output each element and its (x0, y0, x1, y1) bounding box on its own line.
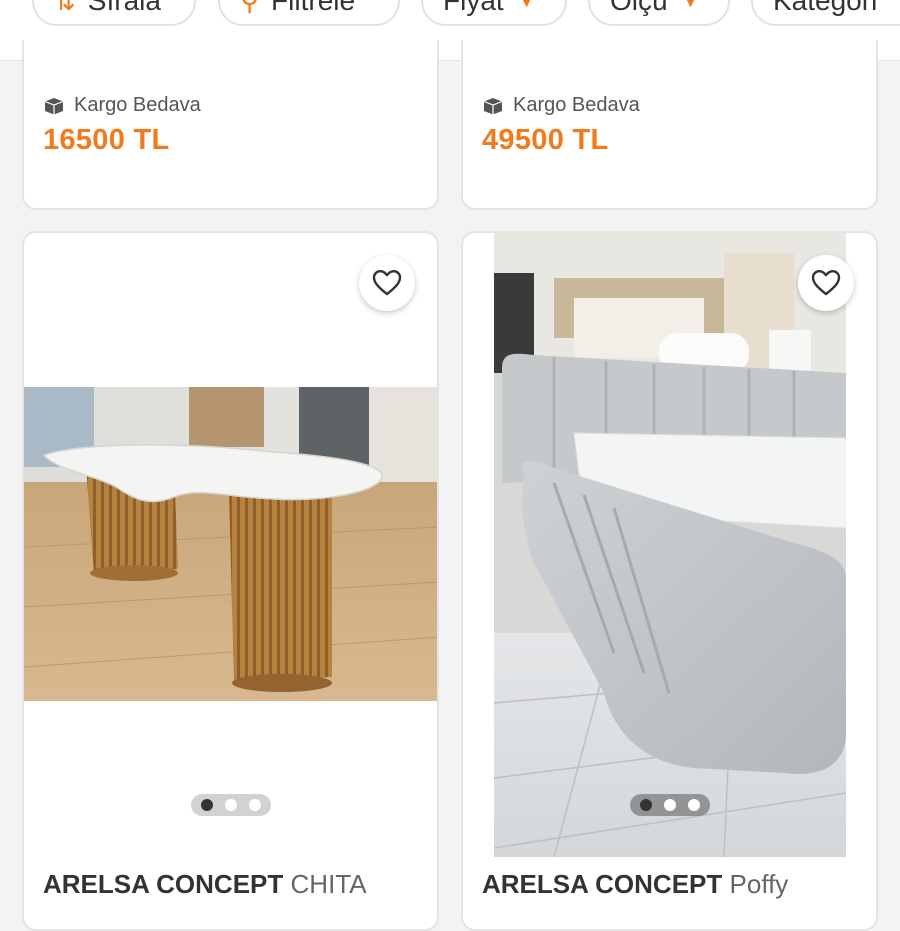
carousel-dot[interactable] (663, 799, 676, 811)
favorite-button[interactable] (798, 255, 854, 311)
brand-name: ARELSA CONCEPT (482, 869, 723, 899)
carousel-dot[interactable] (687, 799, 700, 811)
shipping-label: Kargo Bedava (513, 94, 640, 116)
category-dropdown[interactable]: Kategori (751, 0, 900, 26)
free-shipping-badge: Kargo Bedava (44, 94, 201, 117)
model-name: CHITA (290, 869, 367, 899)
carousel-dot[interactable] (224, 799, 237, 811)
sort-label: Sırala (87, 0, 161, 16)
image-carousel-indicator (190, 794, 271, 816)
brand-name: ARELSA CONCEPT (43, 869, 284, 899)
package-icon (44, 97, 64, 114)
product-card[interactable]: Kargo Bedava 16500 TL (22, 40, 439, 210)
shipping-label: Kargo Bedava (74, 94, 201, 116)
category-label: Kategori (773, 0, 878, 16)
size-label: Ölçü (610, 0, 668, 16)
chevron-down-icon: ▼ (517, 0, 536, 11)
size-dropdown[interactable]: Ölçü ▼ (588, 0, 730, 26)
model-name: Poffy (729, 869, 789, 899)
product-price: 49500 TL (482, 124, 609, 156)
package-icon (483, 97, 503, 114)
carousel-dot[interactable] (639, 799, 652, 811)
product-card[interactable]: ARELSA CONCEPT CHITA (22, 231, 439, 931)
filter-label: Filtrele (271, 0, 356, 16)
carousel-dot[interactable] (248, 799, 261, 811)
product-price: 16500 TL (43, 124, 170, 156)
sort-button[interactable]: ⇅ Sırala (32, 0, 196, 26)
free-shipping-badge: Kargo Bedava (483, 94, 640, 117)
product-image[interactable] (24, 387, 439, 701)
product-card[interactable]: ARELSA CONCEPT Poffy (461, 231, 878, 931)
price-label: Fiyat (443, 0, 504, 16)
product-title: ARELSA CONCEPT CHITA (43, 869, 367, 900)
chevron-down-icon: ▼ (681, 0, 700, 11)
heart-icon (372, 270, 402, 296)
product-card[interactable]: Kargo Bedava 49500 TL (461, 40, 878, 210)
product-title: ARELSA CONCEPT Poffy (482, 869, 788, 900)
filter-button[interactable]: ⚲ Filtrele (218, 0, 400, 26)
image-carousel-indicator (629, 794, 710, 816)
favorite-button[interactable] (359, 255, 415, 311)
carousel-dot[interactable] (200, 799, 213, 811)
sort-icon: ⇅ (54, 0, 76, 16)
price-dropdown[interactable]: Fiyat ▼ (421, 0, 567, 26)
product-image[interactable] (494, 233, 846, 857)
heart-icon (811, 270, 841, 296)
filter-icon: ⚲ (240, 0, 260, 16)
